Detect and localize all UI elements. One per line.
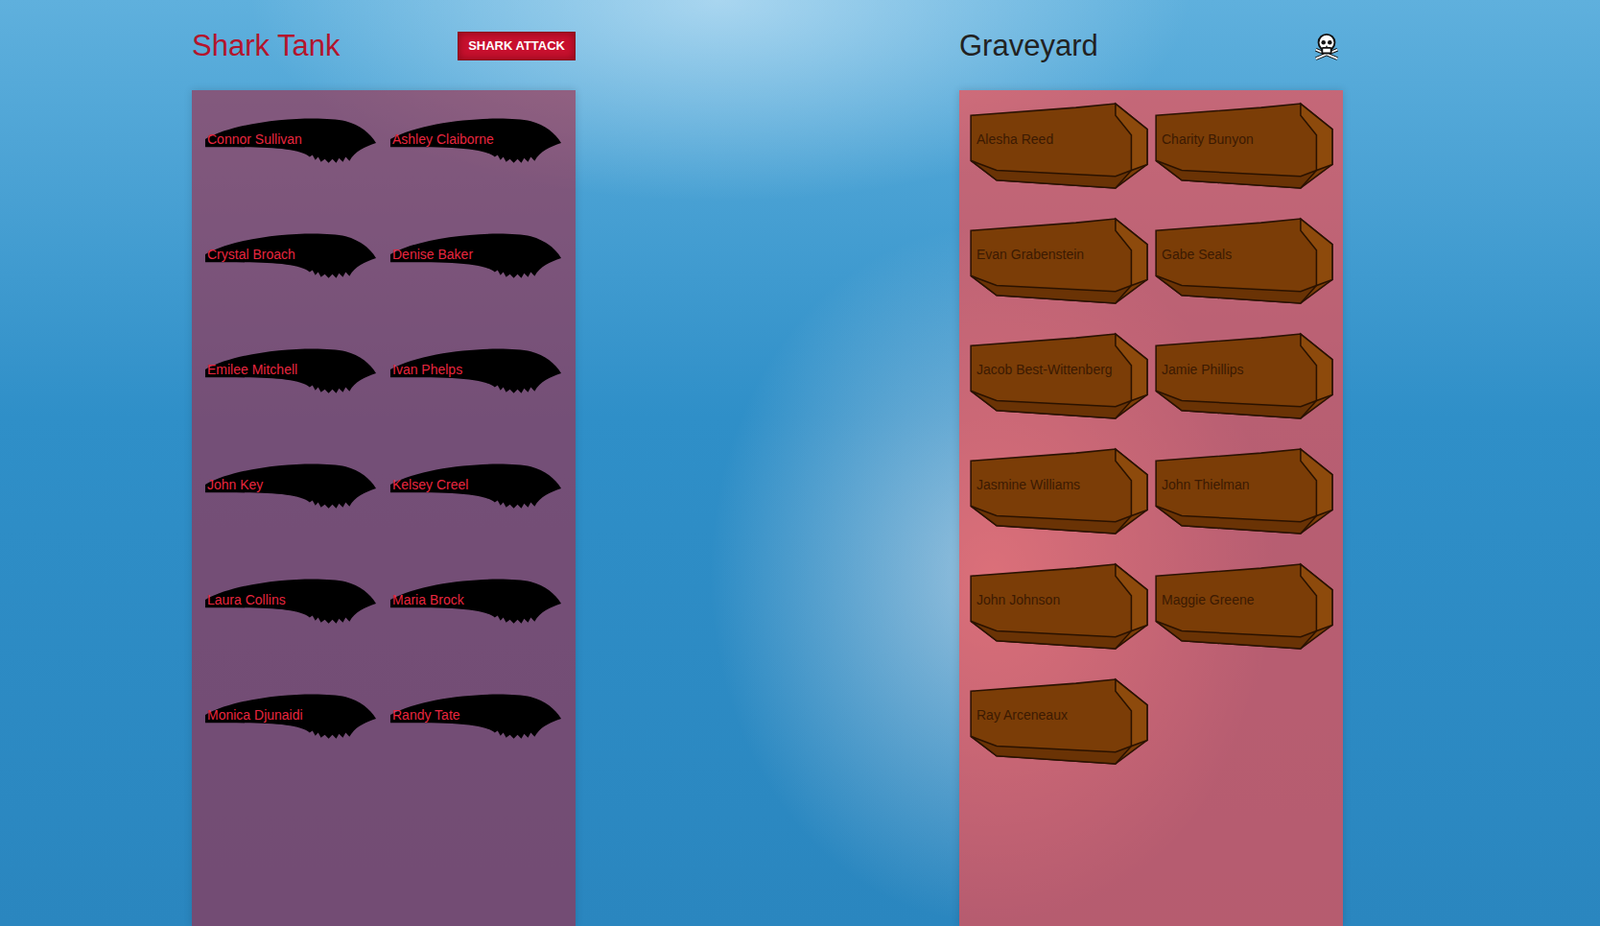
graveyard-panel: Alesha Reed Charity Bunyon Evan Grabenstei… — [959, 90, 1343, 926]
member-name: Ashley Claiborne — [392, 129, 495, 150]
graveyard-cell: Alesha Reed — [966, 101, 1153, 217]
tank-cell: Maria Brock — [388, 577, 574, 693]
graveyard-cell: Jasmine Williams — [966, 447, 1153, 563]
tank-cell: Emilee Mitchell — [203, 347, 389, 463]
member-name: Jamie Phillips — [1161, 359, 1245, 380]
graveyard-title: Graveyard — [959, 27, 1099, 64]
coffin[interactable]: Jasmine Williams — [966, 447, 1150, 536]
member-name: Ivan Phelps — [392, 359, 463, 380]
tank-member[interactable]: Crystal Broach — [203, 232, 378, 283]
tank-member[interactable]: Kelsey Creel — [388, 462, 564, 513]
tank-member[interactable]: John Key — [203, 462, 378, 513]
graveyard-cell: Maggie Greene — [1152, 562, 1338, 678]
shark-tank-title: Shark Tank — [191, 27, 341, 64]
tank-member[interactable]: Maria Brock — [388, 577, 564, 628]
coffin[interactable]: Jamie Phillips — [1152, 331, 1335, 421]
member-name: Jacob Best-Wittenberg — [976, 359, 1113, 380]
shark-tank-panel: Connor Sullivan Ashley Claiborne Crystal B… — [191, 90, 576, 926]
member-name: Alesha Reed — [976, 129, 1054, 150]
coffin[interactable]: Maggie Greene — [1152, 562, 1335, 651]
coffin[interactable]: Charity Bunyon — [1152, 101, 1335, 190]
member-name: John Johnson — [976, 589, 1060, 611]
tank-member[interactable]: Laura Collins — [203, 577, 378, 628]
tank-cell: Randy Tate — [388, 692, 574, 808]
tank-member[interactable]: Ivan Phelps — [388, 347, 564, 398]
member-name: Crystal Broach — [207, 244, 296, 265]
member-name: Monica Djunaidi — [207, 705, 304, 726]
tank-member[interactable]: Connor Sullivan — [203, 117, 378, 167]
graveyard-grid: Alesha Reed Charity Bunyon Evan Grabenstei… — [966, 101, 1338, 793]
graveyard-cell: Jamie Phillips — [1152, 331, 1338, 448]
graveyard-cell: Evan Grabenstein — [966, 216, 1153, 332]
tank-member[interactable]: Ashley Claiborne — [388, 117, 564, 167]
skull-icon[interactable] — [1312, 31, 1342, 61]
tank-cell: Kelsey Creel — [388, 462, 574, 578]
member-name: Kelsey Creel — [392, 474, 469, 495]
shark-tank-column: Shark Tank SHARK ATTACK Connor Sullivan Ash… — [191, 0, 576, 926]
coffin[interactable]: Ray Arceneaux — [966, 677, 1150, 766]
graveyard-cell: Gabe Seals — [1152, 216, 1338, 332]
member-name: Ray Arceneaux — [976, 705, 1068, 726]
tank-cell: Laura Collins — [203, 577, 389, 693]
member-name: Gabe Seals — [1161, 244, 1232, 265]
coffin[interactable]: John Johnson — [966, 562, 1150, 651]
member-name: Jasmine Williams — [976, 474, 1081, 495]
member-name: Maria Brock — [392, 589, 465, 611]
tank-member[interactable]: Denise Baker — [388, 232, 564, 283]
member-name: Connor Sullivan — [207, 129, 303, 150]
member-name: Denise Baker — [392, 244, 473, 265]
graveyard-column: Graveyard Alesha Reed Charity Bunyon Evan G… — [959, 0, 1343, 926]
shark-tank-grid: Connor Sullivan Ashley Claiborne Crystal B… — [203, 117, 566, 808]
tank-member[interactable]: Monica Djunaidi — [203, 692, 378, 743]
graveyard-cell: Charity Bunyon — [1152, 101, 1338, 217]
member-name: Evan Grabenstein — [976, 244, 1084, 265]
member-name: Randy Tate — [392, 705, 461, 726]
graveyard-cell: John Johnson — [966, 562, 1153, 678]
tank-cell: John Key — [203, 462, 389, 578]
coffin[interactable]: Alesha Reed — [966, 101, 1150, 190]
member-name: Emilee Mitchell — [207, 359, 298, 380]
graveyard-header: Graveyard — [959, 0, 1343, 91]
tank-cell: Connor Sullivan — [203, 117, 389, 233]
tank-cell: Denise Baker — [388, 232, 574, 348]
member-name: Charity Bunyon — [1161, 129, 1254, 150]
coffin[interactable]: John Thielman — [1152, 447, 1335, 536]
member-name: John Key — [207, 474, 263, 495]
member-name: John Thielman — [1161, 474, 1250, 495]
tank-cell: Ivan Phelps — [388, 347, 574, 463]
shark-attack-button[interactable]: SHARK ATTACK — [457, 31, 576, 61]
tank-cell: Monica Djunaidi — [203, 692, 389, 808]
coffin[interactable]: Jacob Best-Wittenberg — [966, 331, 1150, 421]
tank-cell: Crystal Broach — [203, 232, 389, 348]
member-name: Maggie Greene — [1161, 589, 1255, 611]
tank-member[interactable]: Emilee Mitchell — [203, 347, 378, 398]
coffin[interactable]: Gabe Seals — [1152, 216, 1335, 306]
graveyard-cell: Ray Arceneaux — [966, 677, 1153, 793]
graveyard-cell: Jacob Best-Wittenberg — [966, 331, 1153, 448]
tank-member[interactable]: Randy Tate — [388, 692, 564, 743]
coffin[interactable]: Evan Grabenstein — [966, 216, 1150, 306]
member-name: Laura Collins — [207, 589, 286, 611]
shark-tank-header: Shark Tank SHARK ATTACK — [191, 0, 576, 91]
graveyard-cell: John Thielman — [1152, 447, 1338, 563]
tank-cell: Ashley Claiborne — [388, 117, 574, 233]
